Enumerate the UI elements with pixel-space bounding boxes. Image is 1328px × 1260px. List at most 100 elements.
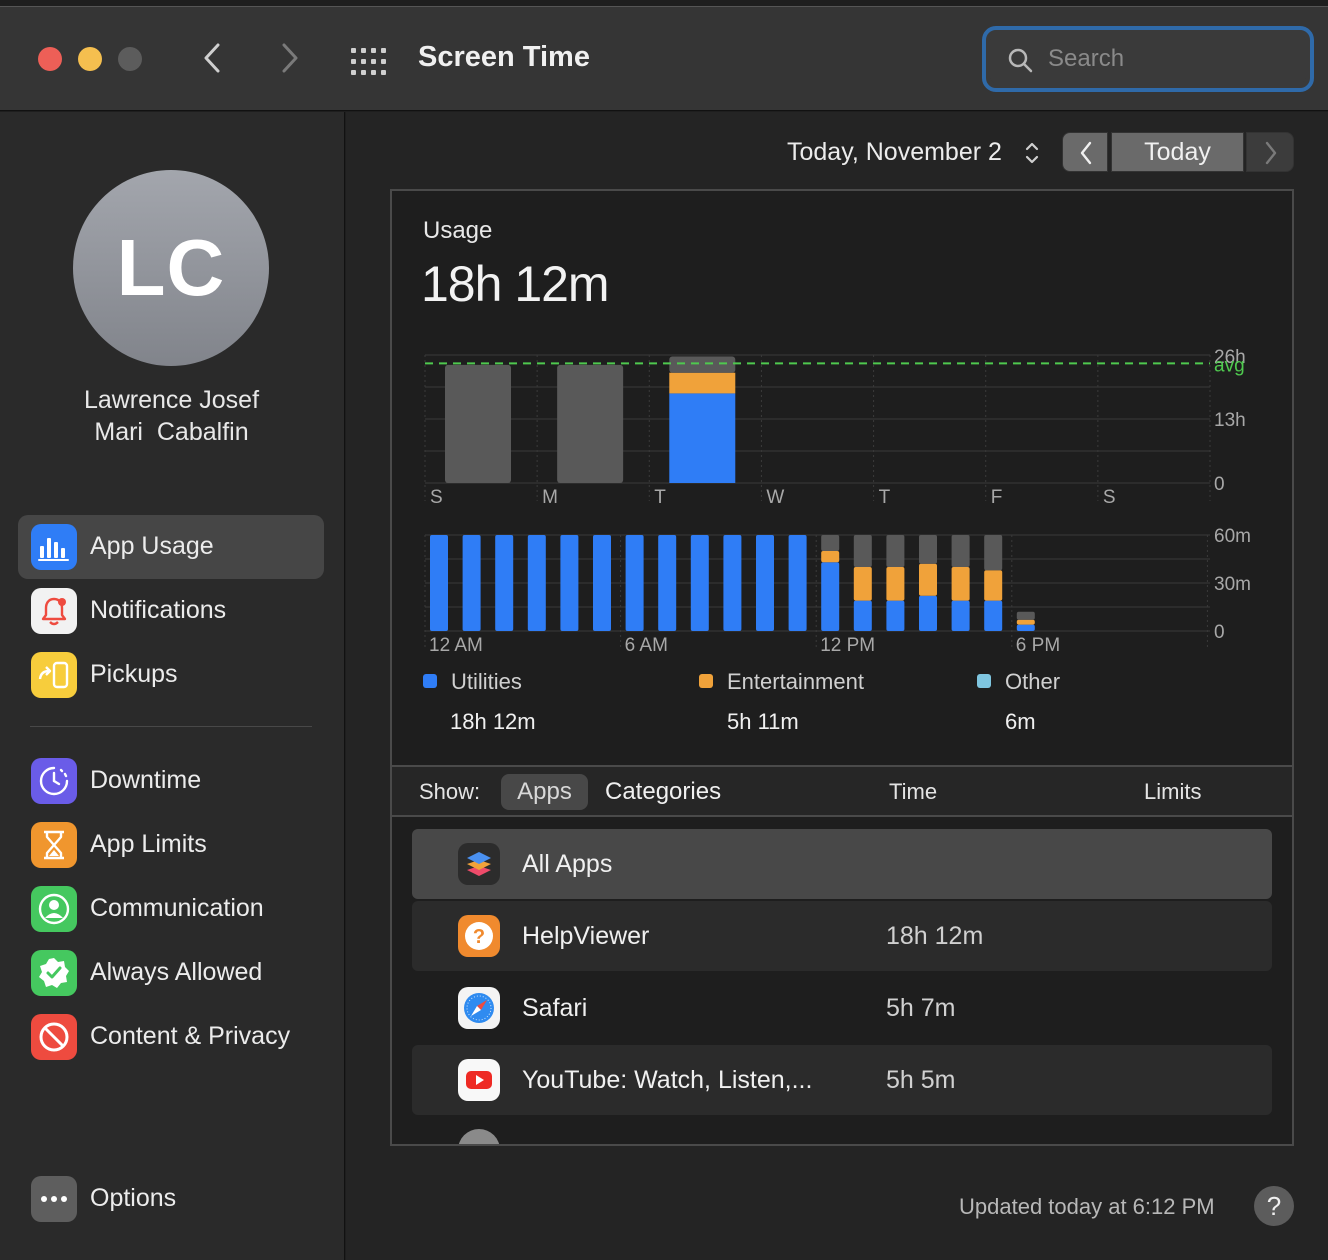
app-name: HelpViewer	[522, 922, 650, 950]
sidebar: LC Lawrence Josef Mari Cabalfin App Usag…	[0, 112, 345, 1260]
hour-bar-other	[919, 535, 937, 564]
show-all-preferences-button[interactable]	[351, 48, 387, 76]
week-day-label: M	[542, 487, 558, 508]
hour-bar-utilities	[625, 535, 644, 631]
close-window-button[interactable]	[38, 47, 62, 71]
date-selector[interactable]: Today, November 2	[787, 138, 1002, 167]
hour-bar-utilities	[495, 535, 514, 631]
hour-bar-utilities	[560, 535, 579, 631]
previous-day-button[interactable]	[1062, 132, 1108, 172]
bell-icon	[31, 588, 77, 634]
sidebar-divider	[30, 726, 312, 727]
hour-bar-entertainment	[984, 570, 1003, 601]
hour-tick-label: 12 PM	[820, 635, 875, 656]
limits-column-header[interactable]: Limits	[1144, 779, 1201, 805]
screen-time-window: Screen Time LC Lawrence Josef Mari Cabal…	[0, 6, 1328, 1260]
updated-status: Updated today at 6:12 PM	[959, 1194, 1215, 1219]
chevron-left-icon	[204, 43, 220, 73]
checkmark-badge-icon	[31, 950, 77, 996]
avatar-initials: LC	[116, 223, 226, 312]
zoom-window-button[interactable]	[118, 47, 142, 71]
sidebar-item-label: Downtime	[90, 766, 202, 794]
show-apps-tab[interactable]: Apps	[501, 774, 588, 810]
app-name: YouTube: Watch, Listen,...	[522, 1066, 813, 1094]
bar-chart-icon	[31, 524, 77, 570]
week-day-label: S	[430, 487, 443, 508]
hour-ytick-label: 30m	[1214, 574, 1251, 595]
hour-bar-entertainment	[1016, 619, 1035, 625]
sidebar-item-label: Pickups	[90, 660, 178, 688]
up-down-chevron-icon[interactable]	[1024, 140, 1040, 166]
sidebar-item-label: Content & Privacy	[90, 1022, 291, 1050]
hour-bar-entertainment	[919, 563, 937, 596]
forward-button[interactable]	[274, 41, 304, 75]
utilities-swatch	[423, 674, 437, 688]
hour-bar-utilities	[951, 600, 970, 631]
hour-ytick-label: 60m	[1214, 526, 1251, 547]
hour-bar-utilities	[821, 562, 840, 631]
today-button[interactable]: Today	[1111, 132, 1244, 172]
week-day-label: S	[1103, 487, 1116, 508]
show-bar: Show: Apps Categories Time Limits	[392, 765, 1292, 817]
ellipsis-icon	[31, 1176, 77, 1222]
week-ytick-label: 13h	[1214, 410, 1246, 431]
stack-icon	[458, 843, 500, 885]
week-ytick-label: 0	[1214, 474, 1225, 495]
sidebar-item-downtime[interactable]: Downtime	[18, 749, 324, 813]
hour-bar-utilities	[788, 535, 807, 631]
minimize-window-button[interactable]	[78, 47, 102, 71]
time-column-header[interactable]: Time	[889, 779, 937, 805]
avatar: LC	[73, 170, 269, 366]
sidebar-item-app-limits[interactable]: App Limits	[18, 813, 324, 877]
week-bar-entertainment	[669, 372, 736, 394]
chevron-right-icon	[282, 43, 298, 73]
window-title: Screen Time	[418, 41, 590, 73]
week-day-label: T	[654, 487, 666, 508]
sidebar-item-content-privacy[interactable]: Content & Privacy	[18, 1005, 324, 1069]
week-average-label: avg	[1214, 355, 1245, 376]
next-day-button[interactable]	[1246, 132, 1294, 172]
app-icon-partial	[458, 1129, 500, 1144]
hour-bar-other	[853, 535, 872, 567]
hour-ytick-label: 0	[1214, 622, 1225, 643]
hour-bar-utilities	[919, 595, 937, 631]
app-row-partial[interactable]	[412, 1117, 1272, 1144]
app-row-helpviewer[interactable]: ? HelpViewer 18h 12m	[412, 901, 1272, 971]
hour-tick-label: 6 AM	[625, 635, 668, 656]
legend-utilities-value: 18h 12m	[450, 709, 536, 734]
chevron-left-icon	[1080, 141, 1092, 165]
app-row-safari[interactable]: Safari 5h 7m	[412, 973, 1272, 1043]
sidebar-item-always-allowed[interactable]: Always Allowed	[18, 941, 324, 1005]
show-categories-tab[interactable]: Categories	[605, 778, 721, 806]
user-name: Lawrence Josef Mari Cabalfin	[0, 384, 343, 448]
usage-charts: S M T W T F S26havg13h012 AM 6 AM 12 PM 6 PM60m30…	[424, 347, 1251, 656]
app-name: Safari	[522, 994, 588, 1022]
sidebar-item-notifications[interactable]: Notifications	[18, 579, 324, 643]
options-button[interactable]: Options	[18, 1167, 324, 1231]
hour-bar-utilities	[886, 600, 905, 631]
safari-icon	[458, 987, 500, 1029]
sidebar-item-label: Communication	[90, 894, 264, 922]
sidebar-item-app-usage[interactable]: App Usage	[18, 515, 324, 579]
hour-bar-entertainment	[886, 567, 905, 601]
help-button[interactable]: ?	[1254, 1186, 1294, 1226]
user-name-line-2: Mari Cabalfin	[94, 418, 249, 446]
legend-other: Other	[977, 669, 1060, 695]
back-button[interactable]	[198, 41, 228, 75]
hour-bar-utilities	[690, 535, 709, 631]
app-time: 5h 7m	[886, 994, 956, 1022]
hour-bar-other	[984, 535, 1003, 571]
hour-bar-utilities	[430, 535, 448, 631]
search-field[interactable]	[982, 26, 1314, 92]
usage-panel: Usage 18h 12m S M T W T F S 26h avg 13h 0 12 AM 6 AM…	[390, 189, 1294, 1146]
sidebar-item-communication[interactable]: Communication	[18, 877, 324, 941]
legend-other-label: Other	[1005, 669, 1061, 694]
search-input[interactable]	[1048, 44, 1278, 74]
app-row-youtube[interactable]: YouTube: Watch, Listen,... 5h 5m	[412, 1045, 1272, 1115]
other-swatch	[977, 674, 991, 688]
week-day-label: W	[766, 487, 784, 508]
app-row-all-apps[interactable]: All Apps	[412, 829, 1272, 899]
main-content: Today, November 2 Today Usage 18h 12m SM…	[346, 112, 1328, 1260]
week-bar-other	[557, 364, 624, 483]
sidebar-item-pickups[interactable]: Pickups	[18, 643, 324, 707]
